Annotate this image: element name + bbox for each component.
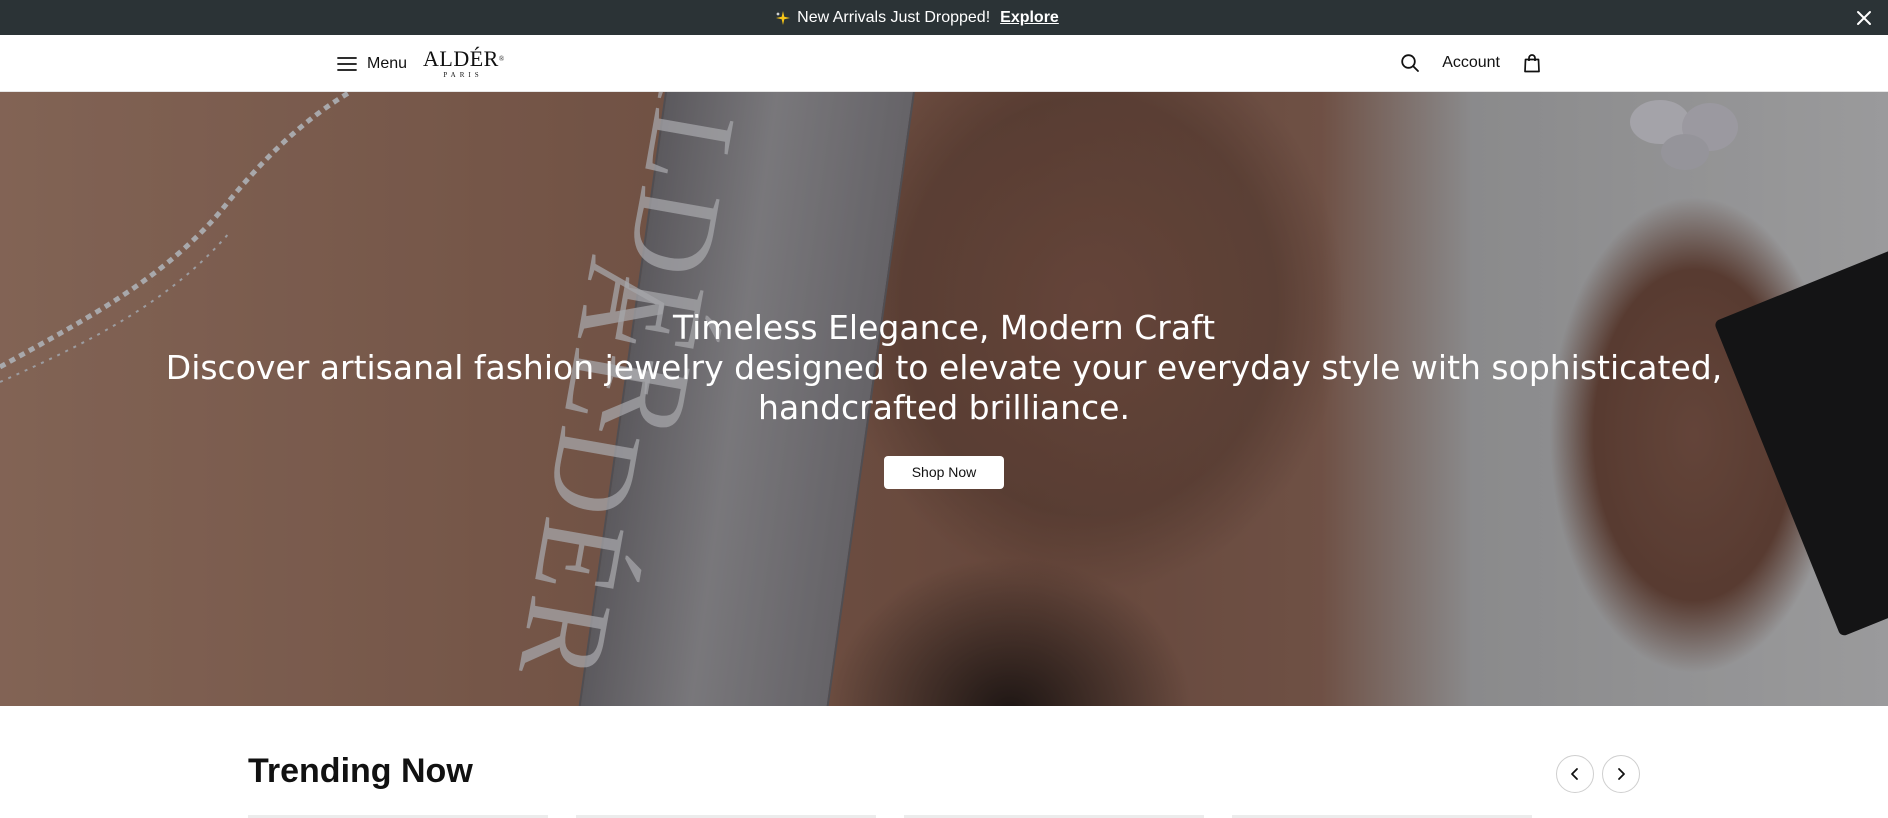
shopping-bag-icon xyxy=(1524,54,1540,73)
cart-button[interactable] xyxy=(1520,51,1544,75)
hero-title: Timeless Elegance, Modern Craft xyxy=(672,307,1216,347)
sparkle-icon xyxy=(776,10,791,25)
trending-section-title: Trending Now xyxy=(248,752,473,790)
menu-label: Menu xyxy=(367,55,408,72)
chevron-left-icon xyxy=(1571,768,1578,780)
search-button[interactable] xyxy=(1398,51,1422,75)
hero-subtitle: Discover artisanal fashion jewelry desig… xyxy=(165,347,1723,427)
explore-link[interactable]: Explore xyxy=(1000,9,1059,27)
close-icon[interactable] xyxy=(1854,8,1874,28)
brand-logo[interactable]: ALDÉR® PARIS xyxy=(423,46,505,80)
header-actions: Account xyxy=(1398,49,1544,77)
hero-banner: ALDÉR ALDÉR Timeless Elegance, Modern Cr… xyxy=(0,92,1888,706)
shop-now-button[interactable]: Shop Now xyxy=(884,455,1004,489)
hero-content: Timeless Elegance, Modern Craft Discover… xyxy=(0,92,1888,706)
menu-button[interactable]: Menu xyxy=(337,51,407,77)
hamburger-icon xyxy=(337,57,357,71)
carousel-controls xyxy=(1556,755,1640,793)
site-header: Menu ALDÉR® PARIS Account xyxy=(0,35,1888,92)
announcement-text: New Arrivals Just Dropped! xyxy=(797,8,991,26)
carousel-prev-button[interactable] xyxy=(1556,755,1594,793)
chevron-right-icon xyxy=(1618,768,1625,780)
logo-sub-text: PARIS xyxy=(443,71,483,79)
logo-brand-text: ALDÉR® xyxy=(423,46,505,71)
announcement-message-group: New Arrivals Just Dropped! Explore xyxy=(775,9,1059,27)
account-link[interactable]: Account xyxy=(1442,54,1500,72)
announcement-bar: New Arrivals Just Dropped! Explore xyxy=(0,0,1888,35)
search-icon xyxy=(1401,54,1420,72)
logo-brand-word: ALDÉR xyxy=(423,46,499,71)
carousel-next-button[interactable] xyxy=(1602,755,1640,793)
